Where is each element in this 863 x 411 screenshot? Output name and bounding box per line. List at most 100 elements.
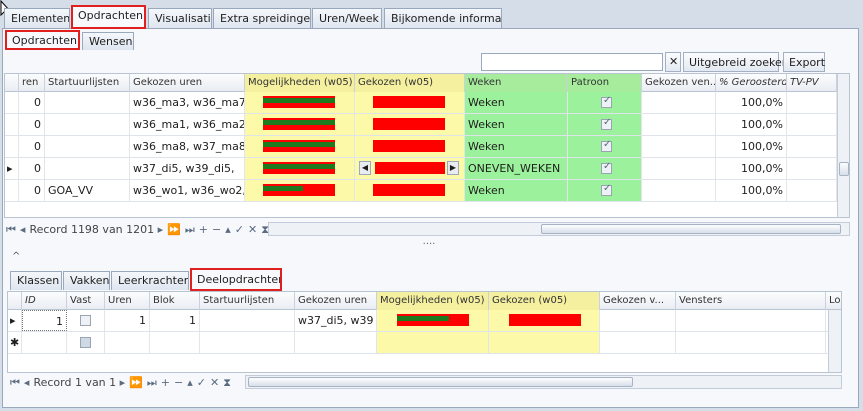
- cell-gekozen-w05[interactable]: [489, 310, 600, 331]
- tab-opdrachten[interactable]: Opdrachten: [71, 5, 146, 29]
- scroll-left-icon[interactable]: ◀: [359, 161, 371, 175]
- next-page-icon[interactable]: ⏩: [129, 376, 143, 389]
- add-record-icon[interactable]: +: [199, 223, 208, 236]
- vast-checkbox[interactable]: [80, 337, 91, 348]
- tab-bijkomende-informatie[interactable]: Bijkomende informatie: [384, 8, 502, 28]
- cell-mogelijkheden[interactable]: [245, 136, 355, 157]
- cell-mogelijkheden[interactable]: [245, 180, 355, 201]
- cell-gekozen[interactable]: w37_di5, w39_di5,: [130, 158, 245, 179]
- col-gekozen-uren[interactable]: Gekozen uren: [295, 292, 377, 310]
- table-row[interactable]: 0 w36_ma3, w36_ma7 Weken 100,0%: [5, 92, 837, 114]
- filter-icon[interactable]: ⧗: [223, 376, 231, 390]
- first-record-icon[interactable]: ⏮: [10, 376, 20, 390]
- col-startuurlijsten[interactable]: Startuurlijsten: [45, 74, 130, 92]
- cell-uren[interactable]: 0: [19, 180, 45, 201]
- cancel-record-icon[interactable]: ✕: [210, 376, 219, 389]
- col-blok[interactable]: Blok: [150, 292, 200, 310]
- cell-start[interactable]: [45, 158, 130, 179]
- col-lok[interactable]: Lok: [826, 292, 841, 310]
- cell-start[interactable]: [200, 310, 295, 331]
- tab-klassen[interactable]: Klassen: [10, 271, 62, 290]
- col-vast[interactable]: Vast: [67, 292, 105, 310]
- cell-uren[interactable]: 0: [19, 158, 45, 179]
- table-row[interactable]: 0 w36_ma1, w36_ma2 Weken 100,0%: [5, 114, 837, 136]
- edit-record-icon[interactable]: ▴: [187, 376, 193, 389]
- cell-mogelijkheden[interactable]: [245, 92, 355, 113]
- cell-uren[interactable]: 0: [19, 136, 45, 157]
- delete-record-icon[interactable]: −: [212, 223, 221, 236]
- col-startuurlijsten[interactable]: Startuurlijsten: [200, 292, 295, 310]
- prev-record-icon[interactable]: ◂: [24, 376, 30, 389]
- cell-start[interactable]: [45, 114, 130, 135]
- patroon-checkbox[interactable]: [601, 183, 612, 196]
- cancel-record-icon[interactable]: ✕: [248, 223, 257, 236]
- table-row-current[interactable]: ▸ 0 w37_di5, w39_di5, ◀ ▶ ONEVEN_WEKEN 1…: [5, 158, 837, 180]
- cell-pct[interactable]: 100,0%: [716, 92, 787, 113]
- cell-gekozen-w05[interactable]: [355, 180, 465, 201]
- cell-gekozen[interactable]: w36_ma8, w37_ma8: [130, 136, 245, 157]
- next-record-icon[interactable]: ▸: [158, 223, 164, 236]
- upper-vertical-scrollbar[interactable]: [837, 74, 849, 217]
- cell-gekozen[interactable]: w36_ma3, w36_ma7: [130, 92, 245, 113]
- patroon-checkbox[interactable]: [601, 95, 612, 108]
- vast-checkbox[interactable]: [80, 315, 91, 326]
- cell-start[interactable]: [45, 92, 130, 113]
- tab-uren-week[interactable]: Uren/Week: [312, 8, 382, 28]
- tab-vakken[interactable]: Vakken: [63, 271, 110, 290]
- table-row[interactable]: 0 w36_ma8, w37_ma8 Weken 100,0%: [5, 136, 837, 158]
- cell-mogelijkheden[interactable]: [245, 158, 355, 179]
- tab-deelopdrachten[interactable]: Deelopdrachten: [190, 268, 282, 291]
- tab-leerkrachten[interactable]: Leerkrachten: [111, 271, 189, 290]
- cell-start[interactable]: [45, 136, 130, 157]
- patroon-checkbox[interactable]: [601, 139, 612, 152]
- cell-gekozen[interactable]: w36_wo1, w36_wo2,: [130, 180, 245, 201]
- delete-record-icon[interactable]: −: [174, 376, 183, 389]
- cell-gekozen[interactable]: w37_di5, w39: [295, 310, 377, 331]
- cell-weken[interactable]: Weken: [465, 114, 568, 135]
- tab-sub-opdrachten[interactable]: Opdrachten: [5, 30, 80, 50]
- collapse-icon[interactable]: ^: [12, 251, 20, 262]
- search-input[interactable]: [481, 53, 663, 71]
- cell-weken[interactable]: ONEVEN_WEKEN: [465, 158, 568, 179]
- col-gekozen-uren[interactable]: Gekozen uren: [130, 74, 245, 92]
- cell-weken[interactable]: Weken: [465, 180, 568, 201]
- cell-gekozen-w05[interactable]: [355, 114, 465, 135]
- next-page-icon[interactable]: ⏩: [167, 223, 181, 236]
- add-record-icon[interactable]: +: [161, 376, 170, 389]
- col-uren[interactable]: Uren: [105, 292, 150, 310]
- prev-record-icon[interactable]: ◂: [20, 223, 26, 236]
- tab-wensen[interactable]: Wensen: [82, 32, 134, 50]
- cell-start[interactable]: GOA_VV: [45, 180, 130, 201]
- upper-vscroll-thumb[interactable]: [839, 162, 849, 176]
- cell-pct[interactable]: 100,0%: [716, 158, 787, 179]
- tab-extra-spreidingen[interactable]: Extra spreidingen: [213, 8, 311, 28]
- cell-pct[interactable]: 100,0%: [716, 114, 787, 135]
- clear-search-button[interactable]: ✕: [665, 52, 681, 72]
- last-record-icon[interactable]: ⏭: [185, 223, 195, 237]
- lower-hscroll-thumb[interactable]: [248, 377, 633, 387]
- cell-uren[interactable]: 0: [19, 92, 45, 113]
- col-weken[interactable]: Weken: [465, 74, 568, 92]
- tab-elementen[interactable]: Elementen: [4, 8, 70, 28]
- col-tv-pv[interactable]: TV-PV: [787, 74, 837, 92]
- cell-pct[interactable]: 100,0%: [716, 136, 787, 157]
- patroon-checkbox[interactable]: [601, 161, 612, 174]
- col-gekozen-ven[interactable]: Gekozen ven...: [642, 74, 716, 92]
- cell-id[interactable]: 1: [22, 310, 67, 331]
- cell-weken[interactable]: Weken: [465, 136, 568, 157]
- cell-mogelijkheden[interactable]: [377, 310, 489, 331]
- col-vensters[interactable]: Vensters: [676, 292, 826, 310]
- col-gekozen-w05[interactable]: Gekozen (w05): [489, 292, 600, 310]
- cell-pct[interactable]: 100,0%: [716, 180, 787, 201]
- tab-visualisatie[interactable]: Visualisatie: [148, 8, 212, 28]
- cell-uren[interactable]: 1: [105, 310, 150, 331]
- col-mogelijkheden[interactable]: Mogelijkheden (w05): [245, 74, 355, 92]
- cell-blok[interactable]: 1: [150, 310, 200, 331]
- col-geroosterd[interactable]: % Geroosterd: [716, 74, 787, 92]
- table-row[interactable]: ▸ 1 1 1 w37_di5, w39: [8, 310, 828, 332]
- cell-mogelijkheden[interactable]: [245, 114, 355, 135]
- splitter-handle[interactable]: ....: [414, 236, 444, 247]
- cell-patroon[interactable]: [568, 92, 642, 113]
- save-record-icon[interactable]: ✓: [235, 223, 244, 236]
- cell-gekozen[interactable]: w36_ma1, w36_ma2: [130, 114, 245, 135]
